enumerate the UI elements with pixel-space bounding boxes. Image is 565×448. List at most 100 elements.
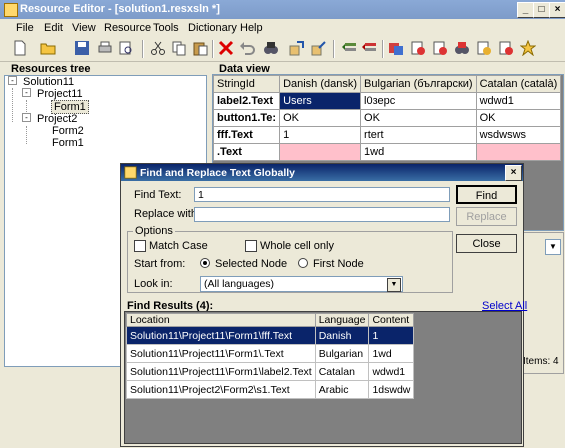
cell-catalan[interactable]: wsdwsws [475, 126, 562, 144]
copy-icon[interactable] [171, 40, 187, 56]
open-folder-icon[interactable] [40, 40, 56, 56]
column-header-stringid[interactable]: StringId [212, 75, 281, 93]
cell-bulgarian[interactable]: 1wd [360, 143, 477, 161]
menu-view[interactable]: View [72, 22, 96, 34]
cell-bulgarian[interactable]: OK [360, 109, 477, 127]
menu-help[interactable]: Help [240, 22, 263, 34]
menu-tools[interactable]: Tools [153, 22, 179, 34]
result-row[interactable]: Solution11\Project11\Form1\.Text Bulgari… [126, 344, 415, 363]
selected-node-radio[interactable] [200, 258, 210, 268]
tree-node-form1[interactable]: Form1 [52, 137, 84, 149]
tree-node-project11[interactable]: Project11 [37, 88, 83, 100]
tree-node-form2[interactable]: Form2 [52, 125, 84, 137]
menu-edit[interactable]: Edit [44, 22, 63, 34]
cell-stringid[interactable]: .Text [212, 143, 281, 161]
print-icon[interactable] [97, 40, 113, 56]
results-header-content[interactable]: Content [368, 313, 415, 327]
tool-a-icon[interactable] [410, 40, 426, 56]
tool-e-icon[interactable] [498, 40, 514, 56]
menu-dictionary[interactable]: Dictionary [188, 22, 237, 34]
results-header-language[interactable]: Language [314, 313, 370, 327]
column-header-bulgarian[interactable]: Bulgarian (български) [360, 75, 477, 93]
toolbar-separator [212, 40, 214, 58]
result-location: Solution11\Project11\Form1\label2.Text [126, 362, 316, 381]
cell-stringid[interactable]: fff.Text [212, 126, 281, 144]
column-header-danish[interactable]: Danish (dansk) [279, 75, 362, 93]
main-window-filler [4, 370, 120, 448]
replace-text-input[interactable] [194, 207, 450, 222]
table-row[interactable]: fff.Text 1 rtert wsdwsws [212, 126, 562, 144]
replace-with-label: Replace with: [134, 208, 201, 220]
maximize-button[interactable]: □ [533, 2, 550, 18]
menu-bar: File Edit View Resource Tools Dictionary… [0, 19, 565, 37]
import-icon[interactable] [289, 40, 305, 56]
result-row[interactable]: Solution11\Project11\Form1\fff.Text Dani… [126, 326, 415, 345]
cell-danish[interactable]: OK [279, 109, 362, 127]
whole-cell-checkbox[interactable] [245, 240, 257, 252]
menu-resource[interactable]: Resource [104, 22, 151, 34]
find-button[interactable]: Find [456, 185, 517, 204]
find-text-input[interactable]: 1 [194, 187, 450, 202]
tree-node-project2[interactable]: Project2 [37, 113, 77, 125]
dialog-close-icon[interactable]: × [505, 165, 522, 181]
result-row[interactable]: Solution11\Project2\Form2\s1.Text Arabic… [126, 380, 415, 399]
menu-file[interactable]: File [16, 22, 34, 34]
paste-icon[interactable] [192, 40, 208, 56]
tree-node-solution11[interactable]: Solution11 [23, 76, 74, 88]
new-file-icon[interactable] [12, 40, 28, 56]
expand-solution11-icon[interactable]: - [8, 76, 17, 85]
table-row[interactable]: button1.Te: OK OK OK [212, 109, 562, 127]
cell-bulgarian[interactable]: l0зерс [360, 92, 477, 110]
replace-button[interactable]: Replace [456, 207, 517, 226]
add-row-icon[interactable] [341, 40, 357, 56]
cell-stringid[interactable]: label2.Text [212, 92, 281, 110]
match-case-checkbox[interactable] [134, 240, 146, 252]
find-icon[interactable] [263, 40, 279, 56]
first-node-radio[interactable] [298, 258, 308, 268]
cut-icon[interactable] [150, 40, 166, 56]
dialog-title: Find and Replace Text Globally [140, 167, 296, 179]
table-row[interactable]: label2.Text Users l0зерс wdwd1 [212, 92, 562, 110]
dropdown-arrow-icon[interactable]: ▼ [545, 239, 561, 255]
star-icon[interactable] [520, 40, 536, 56]
print-preview-icon[interactable] [118, 40, 134, 56]
undo-icon[interactable] [239, 40, 255, 56]
minimize-button[interactable]: _ [517, 2, 534, 18]
cell-danish[interactable]: 1 [279, 126, 362, 144]
result-row[interactable]: Solution11\Project11\Form1\label2.Text C… [126, 362, 415, 381]
first-node-label: First Node [313, 258, 364, 270]
table-row[interactable]: .Text 1wd [212, 143, 562, 161]
find-text-label: Find Text: [134, 189, 182, 201]
chevron-down-icon[interactable]: ▼ [387, 278, 401, 292]
export-icon[interactable] [311, 40, 327, 56]
toolbar-separator [382, 40, 384, 58]
remove-row-icon[interactable] [361, 40, 377, 56]
cell-catalan[interactable]: OK [475, 109, 562, 127]
translate-icon[interactable] [388, 40, 404, 56]
cell-danish-empty[interactable] [279, 143, 362, 161]
tool-c-icon[interactable] [454, 40, 470, 56]
cell-catalan[interactable]: wdwd1 [475, 92, 562, 110]
result-location: Solution11\Project11\Form1\fff.Text [126, 326, 316, 345]
items-count: Items: 4 [523, 356, 559, 367]
app-icon [4, 3, 18, 17]
save-icon[interactable] [74, 40, 90, 56]
column-header-catalan[interactable]: Catalan (català) [475, 75, 562, 93]
tree-node-form1-selected[interactable]: Form1 [51, 100, 89, 114]
cell-danish[interactable]: Users [279, 92, 362, 110]
cell-catalan-empty[interactable] [475, 143, 562, 161]
dialog-app-icon [124, 166, 137, 179]
close-button[interactable]: Close [456, 234, 517, 253]
expand-project2-icon[interactable]: - [22, 113, 31, 122]
results-header-location[interactable]: Location [126, 313, 316, 327]
tool-b-icon[interactable] [432, 40, 448, 56]
toolbar-separator [142, 40, 144, 58]
look-in-select[interactable]: (All languages) ▼ [200, 276, 403, 292]
tool-d-icon[interactable] [476, 40, 492, 56]
cell-stringid[interactable]: button1.Te: [212, 109, 281, 127]
expand-project11-icon[interactable]: - [22, 88, 31, 97]
close-window-button[interactable]: × [549, 2, 565, 18]
cell-bulgarian[interactable]: rtert [360, 126, 477, 144]
delete-icon[interactable] [218, 40, 234, 56]
dialog-title-bar: Find and Replace Text Globally × [121, 164, 523, 181]
